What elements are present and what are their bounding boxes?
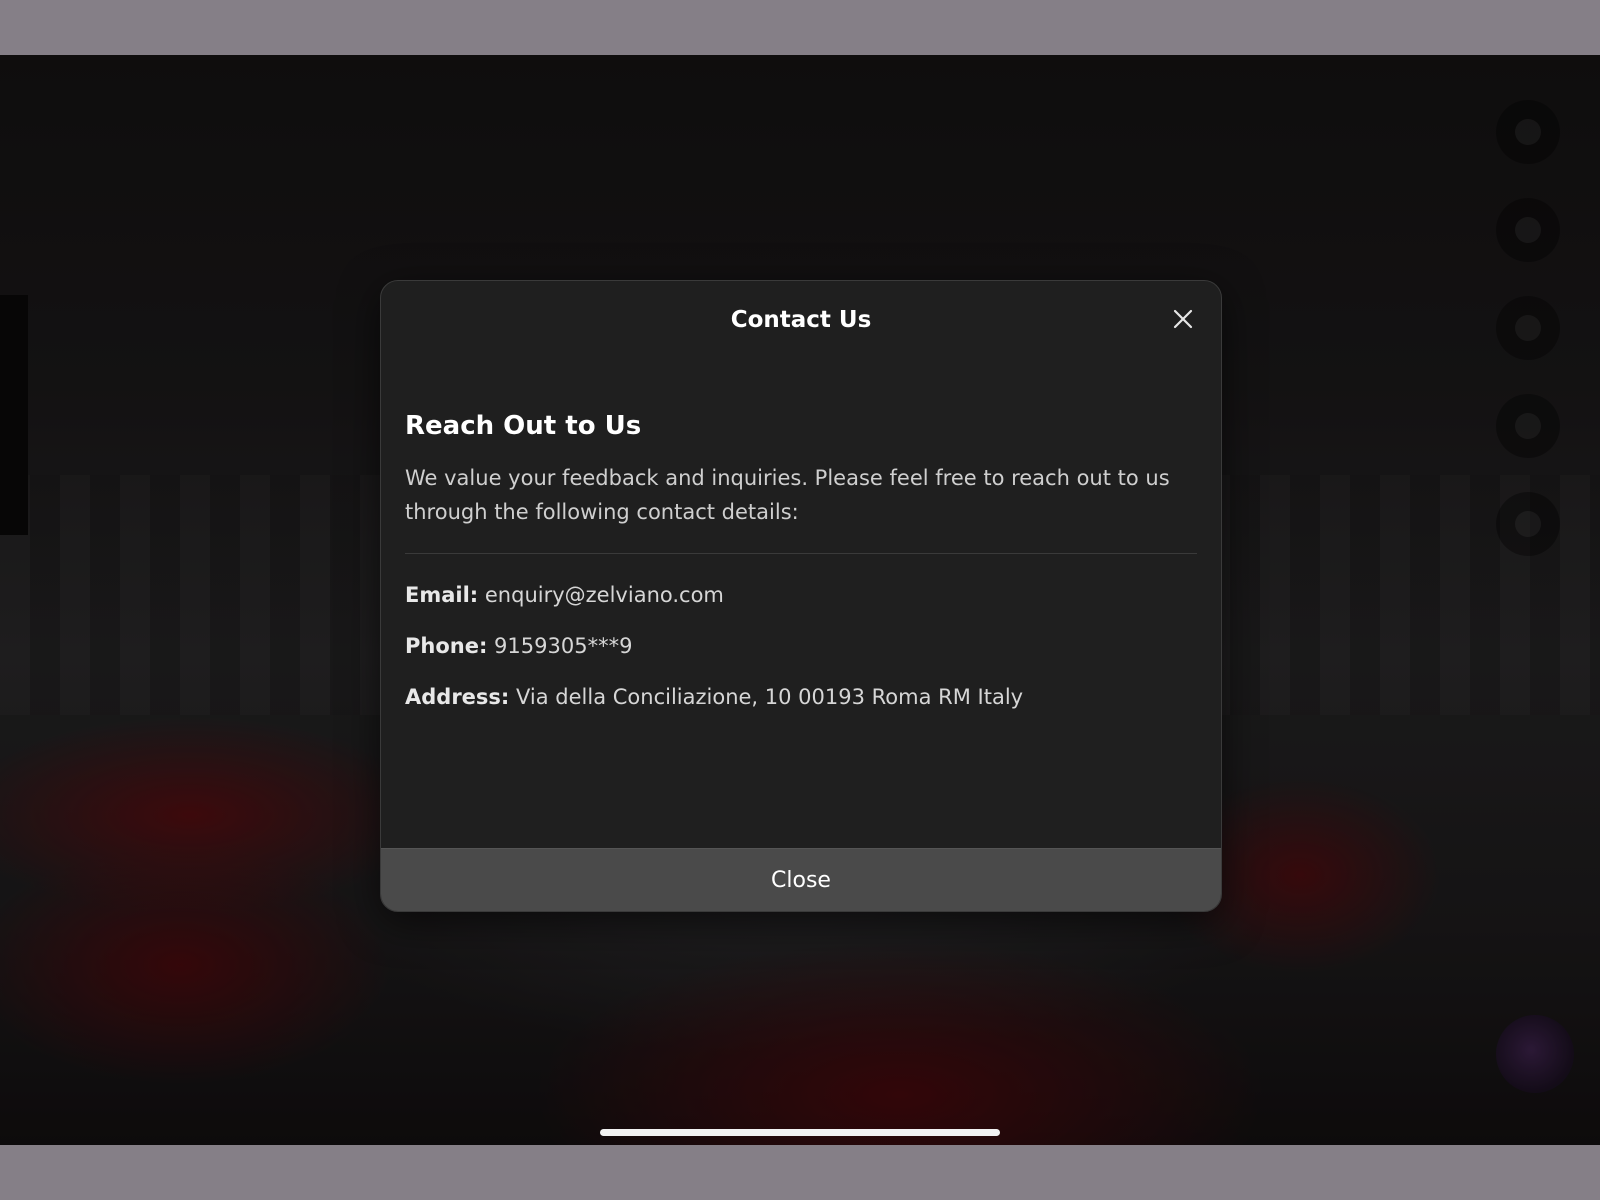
description-text: We value your feedback and inquiries. Pl… bbox=[405, 466, 1170, 524]
email-value[interactable]: enquiry@zelviano.com bbox=[485, 583, 724, 607]
phone-value[interactable]: 9159305***9 bbox=[494, 634, 632, 658]
divider bbox=[405, 553, 1197, 554]
contact-us-dialog: Contact Us Reach Out to Us We value your… bbox=[380, 280, 1222, 912]
address-label: Address: bbox=[405, 685, 510, 709]
section-heading: Reach Out to Us bbox=[405, 411, 642, 441]
close-icon bbox=[1173, 309, 1193, 329]
close-dialog-button[interactable] bbox=[1167, 303, 1199, 335]
email-row: Email: enquiry@zelviano.com bbox=[405, 582, 1197, 609]
address-value: Via della Conciliazione, 10 00193 Roma R… bbox=[516, 685, 1024, 709]
phone-row: Phone: 9159305***9 bbox=[405, 633, 1197, 660]
app-screen: Contact Us Reach Out to Us We value your… bbox=[0, 55, 1600, 1145]
dialog-body: Reach Out to Us We value your feedback a… bbox=[405, 411, 1197, 735]
email-label: Email: bbox=[405, 583, 479, 607]
close-button[interactable]: Close bbox=[381, 848, 1221, 911]
address-row: Address: Via della Conciliazione, 10 001… bbox=[405, 684, 1197, 711]
dialog-title: Contact Us bbox=[730, 307, 872, 333]
home-indicator[interactable] bbox=[600, 1129, 1000, 1136]
phone-label: Phone: bbox=[405, 634, 488, 658]
